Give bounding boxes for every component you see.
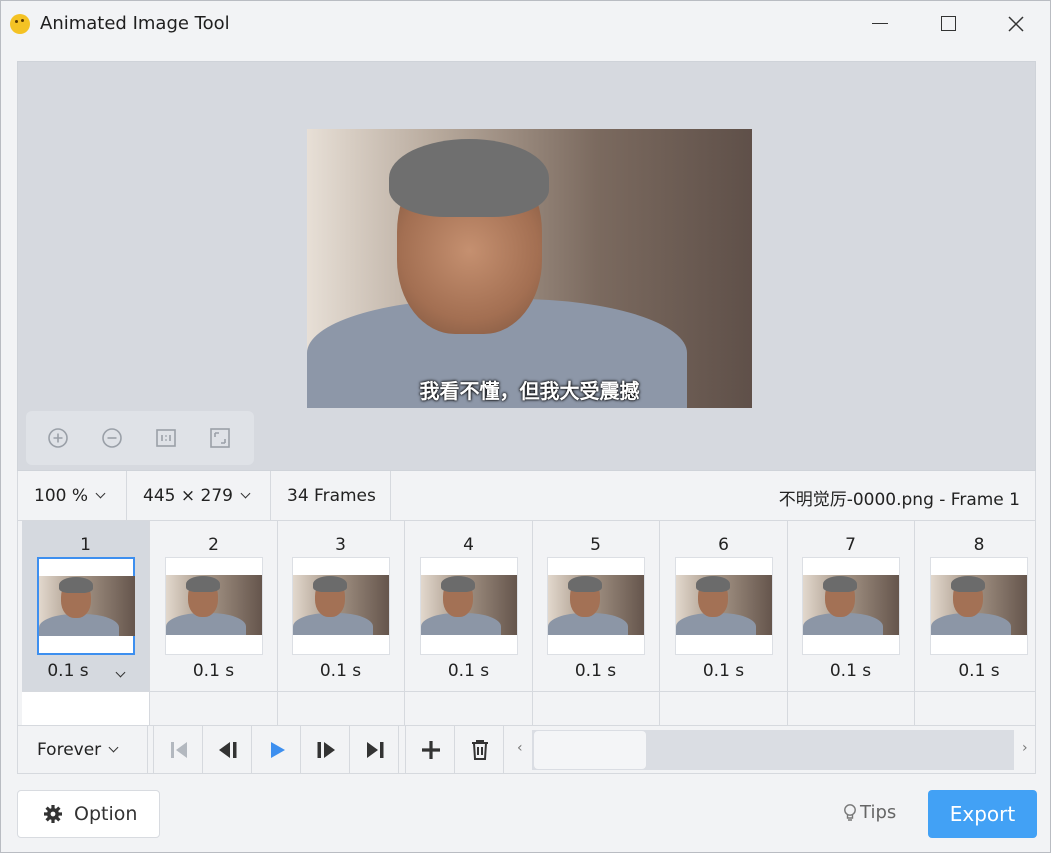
last-frame-button[interactable] bbox=[351, 726, 399, 773]
fit-to-window-icon bbox=[210, 428, 230, 448]
dimensions-dropdown[interactable]: 445 × 279 bbox=[127, 471, 271, 520]
zoom-controls bbox=[26, 411, 254, 465]
frame-thumbnail[interactable] bbox=[547, 557, 645, 655]
minimize-icon bbox=[872, 23, 888, 24]
chevron-down-icon bbox=[108, 742, 119, 752]
info-bar: 100 % 445 × 279 34 Frames 不明觉厉-0000.png … bbox=[17, 471, 1036, 521]
frame-scrollbar[interactable]: ‹ › bbox=[510, 726, 1035, 773]
frame-delay[interactable]: 0.1 s bbox=[787, 661, 914, 681]
delete-icon bbox=[471, 739, 488, 760]
lightbulb-icon bbox=[844, 803, 856, 821]
frame-thumbnail[interactable] bbox=[37, 557, 135, 655]
frame-item[interactable]: 2 0.1 s bbox=[150, 521, 278, 725]
play-icon bbox=[270, 741, 285, 758]
zoom-dropdown[interactable]: 100 % bbox=[18, 471, 127, 520]
zoom-in-button[interactable] bbox=[46, 426, 70, 450]
scrollbar-thumb[interactable] bbox=[534, 731, 646, 769]
frame-delay[interactable]: 0.1 s bbox=[660, 661, 787, 681]
scroll-right-icon[interactable]: › bbox=[1022, 740, 1028, 756]
frame-delay[interactable]: 0.1 s bbox=[532, 661, 659, 681]
actual-size-icon bbox=[156, 429, 176, 447]
maximize-icon bbox=[940, 16, 956, 31]
frame-number: 2 bbox=[208, 535, 219, 555]
frame-delay-dropdown[interactable]: 0.1 s bbox=[22, 661, 149, 681]
preview-subtitle: 我看不懂，但我大受震撼 bbox=[419, 379, 640, 403]
frame-delay[interactable]: 0.1 s bbox=[150, 661, 277, 681]
next-frame-button[interactable] bbox=[302, 726, 350, 773]
first-frame-icon bbox=[170, 741, 187, 758]
preview-image: 我看不懂，但我大受震撼 bbox=[307, 129, 752, 408]
playback-toolbar: Forever ‹ › bbox=[17, 725, 1036, 774]
option-button[interactable]: Option bbox=[17, 790, 160, 838]
close-button[interactable] bbox=[982, 1, 1050, 46]
frame-thumbnail[interactable] bbox=[675, 557, 773, 655]
next-frame-icon bbox=[317, 741, 335, 758]
last-frame-icon bbox=[366, 741, 383, 758]
chevron-down-icon bbox=[240, 488, 251, 498]
frame-item[interactable]: 8 0.1 s bbox=[915, 521, 1035, 725]
frame-count: 34 Frames bbox=[271, 471, 391, 520]
fit-to-window-button[interactable] bbox=[208, 426, 232, 450]
scroll-left-icon[interactable]: ‹ bbox=[517, 740, 523, 756]
title-bar: Animated Image Tool bbox=[1, 1, 1050, 46]
chevron-down-icon bbox=[95, 488, 106, 498]
frame-item[interactable]: 7 0.1 s bbox=[787, 521, 915, 725]
frame-item[interactable]: 4 0.1 s bbox=[405, 521, 533, 725]
frame-delay[interactable]: 0.1 s bbox=[405, 661, 532, 681]
app-window: Animated Image Tool 我看不懂，但我大受震撼 100 % 44… bbox=[0, 0, 1051, 853]
first-frame-button[interactable] bbox=[155, 726, 203, 773]
frame-number: 4 bbox=[463, 535, 474, 555]
tips-label: Tips bbox=[860, 802, 897, 823]
zoom-in-icon bbox=[48, 428, 68, 448]
frame-item[interactable]: 1 0.1 s bbox=[22, 521, 150, 725]
frame-thumbnail[interactable] bbox=[165, 557, 263, 655]
frame-number: 6 bbox=[718, 535, 729, 555]
option-label: Option bbox=[74, 803, 138, 825]
loop-dropdown[interactable]: Forever bbox=[18, 726, 148, 773]
frame-delay[interactable]: 0.1 s bbox=[915, 661, 1035, 681]
export-button[interactable]: Export bbox=[928, 790, 1037, 838]
frame-item[interactable]: 3 0.1 s bbox=[277, 521, 405, 725]
window-title: Animated Image Tool bbox=[40, 13, 230, 34]
tips-link[interactable]: Tips bbox=[843, 802, 896, 823]
gear-icon bbox=[44, 805, 62, 823]
frame-number: 3 bbox=[335, 535, 346, 555]
frame-thumbnail[interactable] bbox=[930, 557, 1028, 655]
previous-frame-icon bbox=[218, 741, 236, 758]
frame-thumbnail[interactable] bbox=[802, 557, 900, 655]
frame-thumbnail[interactable] bbox=[292, 557, 390, 655]
frame-item[interactable]: 5 0.1 s bbox=[532, 521, 660, 725]
close-icon bbox=[1008, 15, 1024, 32]
frame-number: 7 bbox=[845, 535, 856, 555]
image-preview-area: 我看不懂，但我大受震撼 bbox=[17, 61, 1036, 471]
frame-number: 5 bbox=[590, 535, 601, 555]
add-frame-button[interactable] bbox=[407, 726, 455, 773]
frame-thumbnail[interactable] bbox=[420, 557, 518, 655]
frame-item[interactable]: 6 0.1 s bbox=[660, 521, 788, 725]
minimize-button[interactable] bbox=[846, 1, 914, 46]
frame-number: 1 bbox=[80, 535, 91, 555]
play-button[interactable] bbox=[253, 726, 301, 773]
loop-value: Forever bbox=[37, 739, 102, 760]
dimensions-value: 445 × 279 bbox=[143, 485, 233, 506]
frame-strip: 1 0.1 s 2 0.1 s 3 0.1 s 4 0.1 s 5 0.1 s bbox=[17, 521, 1036, 725]
zoom-out-button[interactable] bbox=[100, 426, 124, 450]
actual-size-button[interactable] bbox=[154, 426, 178, 450]
file-info: 不明觉厉-0000.png - Frame 1 bbox=[778, 490, 1020, 510]
zoom-out-icon bbox=[102, 428, 122, 448]
previous-frame-button[interactable] bbox=[204, 726, 252, 773]
app-logo-icon bbox=[10, 14, 30, 34]
frame-delay[interactable]: 0.1 s bbox=[277, 661, 404, 681]
delete-frame-button[interactable] bbox=[456, 726, 504, 773]
chevron-down-icon bbox=[115, 667, 126, 678]
maximize-button[interactable] bbox=[914, 1, 982, 46]
frame-number: 8 bbox=[973, 535, 985, 555]
add-icon bbox=[421, 740, 440, 759]
zoom-value: 100 % bbox=[34, 485, 89, 506]
